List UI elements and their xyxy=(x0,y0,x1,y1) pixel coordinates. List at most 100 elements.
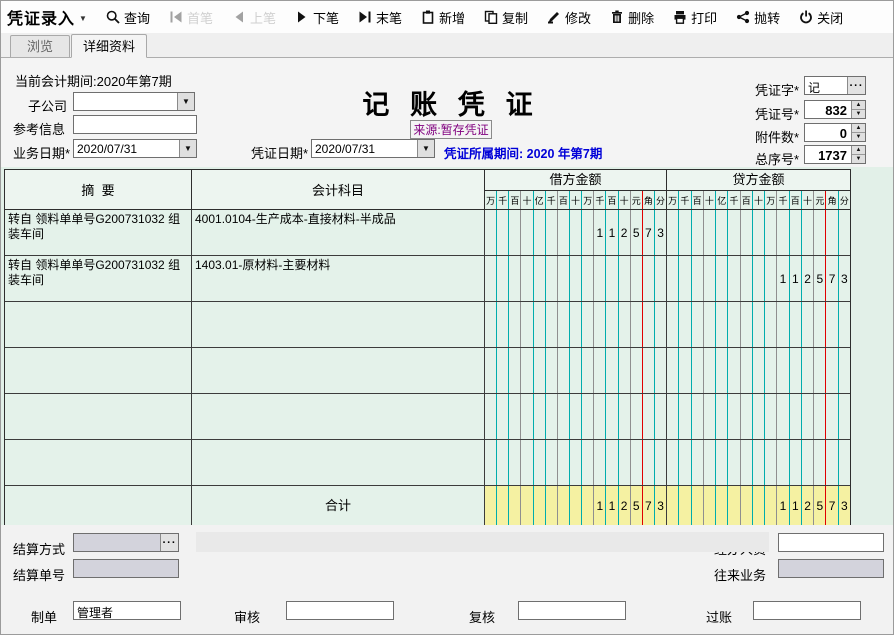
account-cell[interactable]: 4001.0104-生产成本-直接材料-半成品 xyxy=(192,210,485,255)
credit-amount-cell[interactable]: 112573 xyxy=(667,256,850,301)
print-button[interactable]: 打印 xyxy=(673,8,717,27)
debit-amount-cell[interactable]: 112573 xyxy=(485,210,667,255)
voucher-word-field[interactable]: 记 ··· xyxy=(804,76,866,95)
spin-up-icon[interactable]: ▲ xyxy=(852,146,865,155)
first-record-button[interactable]: 首笔 xyxy=(169,8,213,27)
ellipsis-button[interactable]: ··· xyxy=(160,534,178,551)
amount-digit-cell xyxy=(753,394,765,439)
audit-input[interactable] xyxy=(286,601,394,620)
debit-amount-cell[interactable] xyxy=(485,440,667,485)
amount-digit-cell: 3 xyxy=(655,210,666,255)
amount-digit-cell xyxy=(497,486,509,525)
last-record-button[interactable]: 末笔 xyxy=(358,8,402,27)
summary-cell[interactable]: 转自 领料单单号G200731032 组装车间 xyxy=(5,210,192,255)
tab-detail[interactable]: 详细资料 xyxy=(71,34,147,58)
debit-amount-cell[interactable] xyxy=(485,348,667,393)
credit-amount-cell[interactable] xyxy=(667,394,850,439)
next-record-button[interactable]: 下笔 xyxy=(295,8,339,27)
credit-amount-cell[interactable] xyxy=(667,440,850,485)
account-cell[interactable] xyxy=(192,440,485,485)
voucher-date-combobox[interactable]: 2020/07/31 ▼ xyxy=(311,139,435,158)
voucher-no-label: 凭证号* xyxy=(701,104,799,123)
credit-amount-cell[interactable] xyxy=(667,302,850,347)
summary-cell[interactable] xyxy=(5,302,192,347)
summary-cell[interactable] xyxy=(5,394,192,439)
edit-button[interactable]: 修改 xyxy=(547,8,591,27)
total-debit-amount[interactable]: 112573 xyxy=(485,486,667,525)
credit-amount-cell[interactable] xyxy=(667,210,850,255)
account-cell[interactable] xyxy=(192,302,485,347)
digit-column-label: 百 xyxy=(790,191,802,209)
spinner-buttons[interactable]: ▲▼ xyxy=(851,146,865,163)
account-cell[interactable] xyxy=(192,348,485,393)
transfer-icon xyxy=(736,10,750,24)
prev-record-button[interactable]: 上笔 xyxy=(232,8,276,27)
settle-no-field[interactable] xyxy=(73,559,179,578)
amount-digit-cell xyxy=(558,210,570,255)
summary-cell[interactable] xyxy=(5,348,192,393)
search-button[interactable]: 查询 xyxy=(106,8,150,27)
agent-input[interactable] xyxy=(778,533,884,552)
digit-column-label: 千 xyxy=(497,191,509,209)
account-cell[interactable]: 1403.01-原材料-主要材料 xyxy=(192,256,485,301)
attachments-stepper[interactable]: 0 ▲▼ xyxy=(804,123,866,142)
ellipsis-button[interactable]: ··· xyxy=(847,77,865,94)
amount-digit-cell xyxy=(839,302,850,347)
app-title-menu[interactable]: 凭证录入 ▼ xyxy=(7,5,88,29)
debit-amount-cell[interactable] xyxy=(485,256,667,301)
amount-digit-cell xyxy=(777,210,789,255)
amount-digit-cell xyxy=(790,348,802,393)
search-icon xyxy=(106,10,120,24)
spin-down-icon[interactable]: ▼ xyxy=(852,133,865,141)
amount-digit-cell: 2 xyxy=(802,486,814,525)
spinner-buttons[interactable]: ▲▼ xyxy=(851,101,865,118)
voucher-no-stepper[interactable]: 832 ▲▼ xyxy=(804,100,866,119)
chevron-down-icon[interactable]: ▼ xyxy=(179,140,196,157)
debit-amount-cell[interactable] xyxy=(485,302,667,347)
account-cell[interactable] xyxy=(192,394,485,439)
total-row: 合计112573112573 xyxy=(5,486,850,525)
spin-down-icon[interactable]: ▼ xyxy=(852,155,865,163)
credit-amount-cell[interactable] xyxy=(667,348,850,393)
summary-cell[interactable] xyxy=(5,440,192,485)
maker-input[interactable]: 管理者 xyxy=(73,601,181,620)
serial-label: 总序号* xyxy=(701,149,799,168)
close-button[interactable]: 关闭 xyxy=(799,8,843,27)
copy-button[interactable]: 复制 xyxy=(484,8,528,27)
subsidiary-combobox[interactable]: ▼ xyxy=(73,92,195,111)
review-input[interactable] xyxy=(518,601,626,620)
spin-up-icon[interactable]: ▲ xyxy=(852,101,865,110)
amount-digit-cell xyxy=(826,348,838,393)
transfer-button[interactable]: 抛转 xyxy=(736,8,780,27)
amount-digit-cell xyxy=(814,302,826,347)
amount-digit-cell xyxy=(704,348,716,393)
spin-down-icon[interactable]: ▼ xyxy=(852,110,865,118)
chevron-down-icon[interactable]: ▼ xyxy=(177,93,194,110)
amount-digit-cell xyxy=(655,256,666,301)
total-credit-amount[interactable]: 112573 xyxy=(667,486,850,525)
amount-digit-cell xyxy=(606,348,618,393)
summary-cell[interactable]: 转自 领料单单号G200731032 组装车间 xyxy=(5,256,192,301)
amount-digit-cell xyxy=(716,394,728,439)
spin-up-icon[interactable]: ▲ xyxy=(852,124,865,133)
amount-digit-cell xyxy=(741,394,753,439)
post-input[interactable] xyxy=(753,601,861,620)
account-column-header: 会计科目 xyxy=(192,170,485,209)
amount-digit-cell xyxy=(667,256,679,301)
new-button[interactable]: 新增 xyxy=(421,8,465,27)
amount-digit-cell xyxy=(631,256,643,301)
tab-browse[interactable]: 浏览 xyxy=(10,35,70,57)
debit-amount-cell[interactable] xyxy=(485,394,667,439)
debit-header-label: 借方金额 xyxy=(485,170,666,191)
new-icon xyxy=(421,10,435,24)
delete-button[interactable]: 删除 xyxy=(610,8,654,27)
reference-input[interactable] xyxy=(73,115,197,134)
amount-digit-cell xyxy=(679,302,691,347)
voucher-word-label: 凭证字* xyxy=(701,80,799,99)
business-date-combobox[interactable]: 2020/07/31 ▼ xyxy=(73,139,197,158)
current-business-field[interactable] xyxy=(778,559,884,578)
chevron-down-icon[interactable]: ▼ xyxy=(417,140,434,157)
spinner-buttons[interactable]: ▲▼ xyxy=(851,124,865,141)
settle-method-field[interactable]: ··· xyxy=(73,533,179,552)
serial-stepper[interactable]: 1737 ▲▼ xyxy=(804,145,866,164)
